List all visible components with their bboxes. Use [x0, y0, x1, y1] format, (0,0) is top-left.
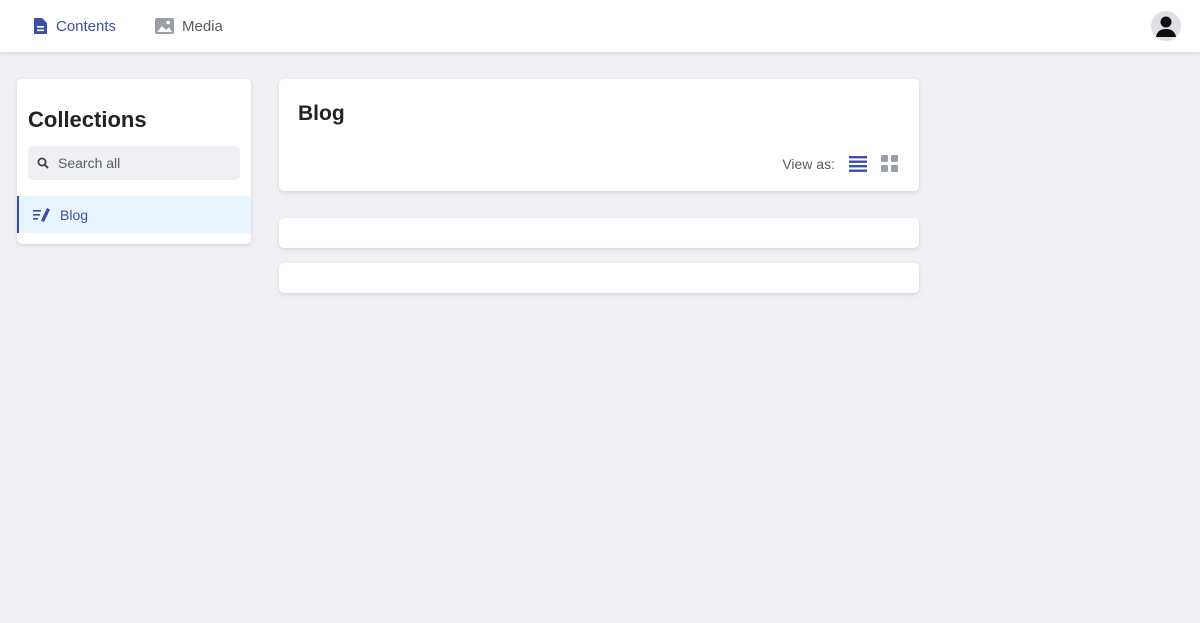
entry-placeholder-row — [279, 263, 919, 293]
list-view-icon[interactable] — [849, 156, 867, 172]
sidebar-item-blog[interactable]: Blog — [17, 196, 251, 233]
document-icon — [34, 18, 47, 34]
user-icon — [1156, 16, 1176, 37]
image-icon — [155, 18, 174, 34]
nav-media-label: Media — [182, 17, 223, 35]
sidebar-title: Collections — [28, 107, 147, 132]
nav-media[interactable]: Media — [155, 0, 223, 52]
collection-title: Blog — [298, 102, 345, 125]
nav-contents[interactable]: Contents — [33, 0, 116, 52]
search-placeholder: Search all — [58, 155, 121, 171]
collection-header: Blog View as: — [279, 79, 919, 191]
write-icon — [33, 207, 50, 222]
grid-view-icon[interactable] — [881, 155, 899, 173]
entry-placeholder-row — [279, 218, 919, 248]
search-icon — [37, 157, 49, 169]
view-as-label: View as: — [782, 156, 835, 172]
collections-sidebar: Collections Search all Blog — [17, 79, 251, 244]
sidebar-item-label: Blog — [60, 206, 89, 223]
top-bar: Contents Media — [0, 0, 1200, 52]
search-input[interactable]: Search all — [28, 146, 240, 180]
view-as-controls: View as: — [782, 155, 899, 173]
nav-contents-label: Contents — [56, 17, 117, 35]
avatar[interactable] — [1151, 11, 1181, 41]
